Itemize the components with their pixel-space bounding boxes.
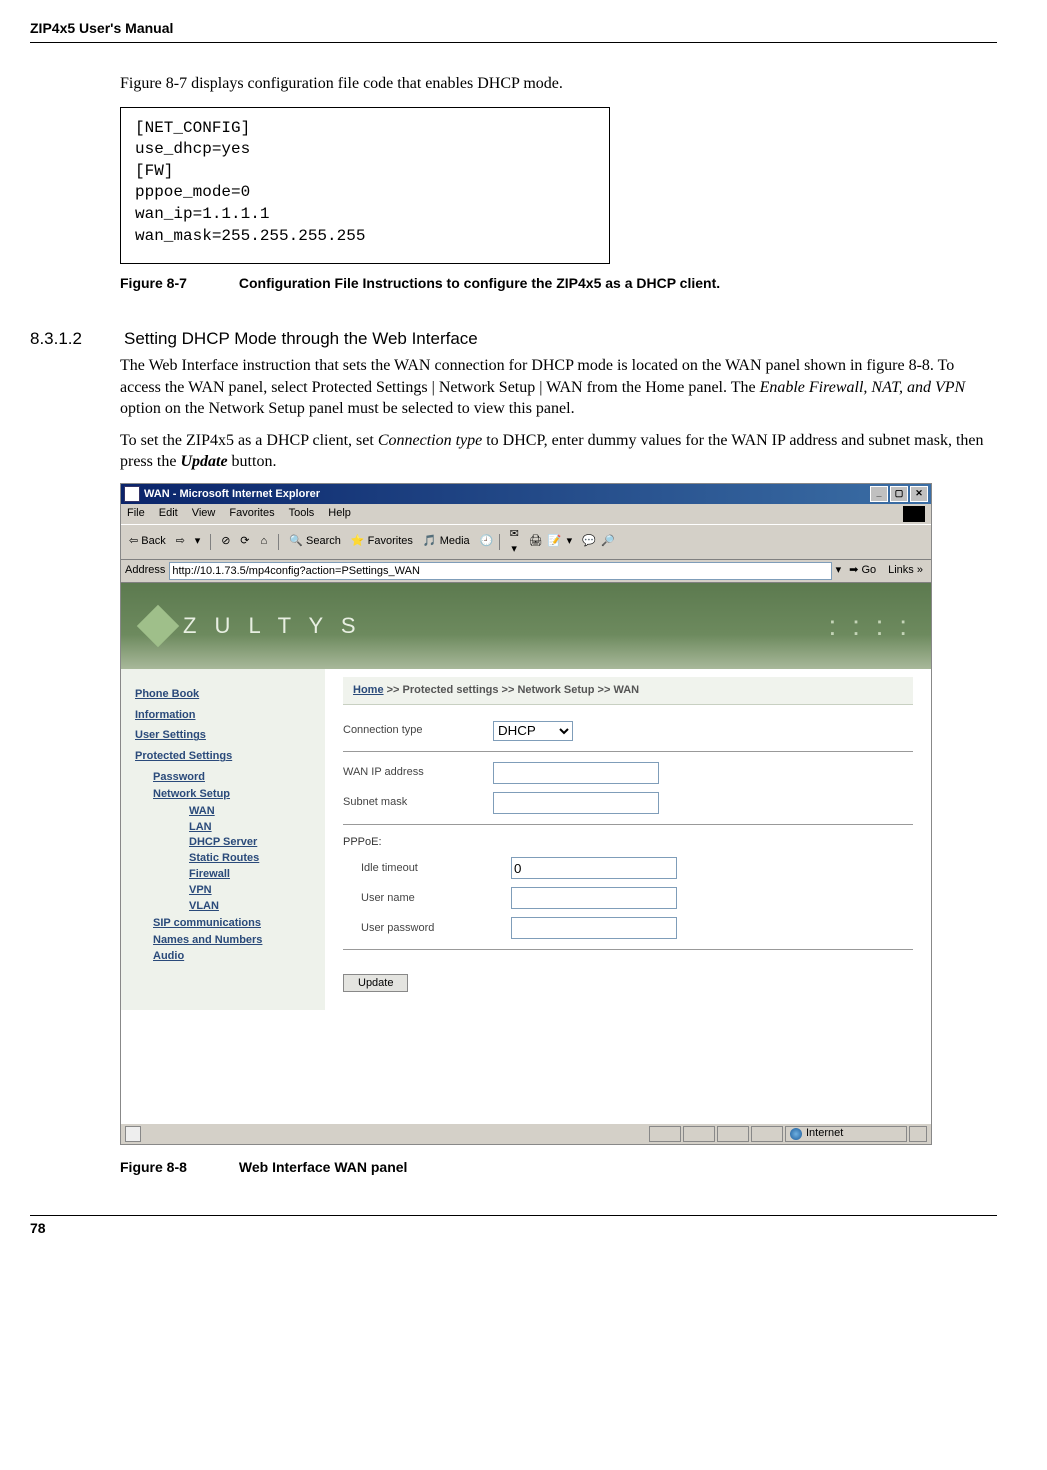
menu-help[interactable]: Help [328, 506, 351, 522]
menu-view[interactable]: View [192, 506, 216, 522]
zultys-logo-icon [137, 604, 179, 646]
label-idle-timeout: Idle timeout [361, 861, 511, 876]
figure-8-7-caption: Figure 8-7 Configuration File Instructio… [120, 274, 997, 293]
bc-home[interactable]: Home [353, 684, 384, 696]
section-paragraph-2: To set the ZIP4x5 as a DHCP client, set … [120, 430, 997, 473]
menu-tools[interactable]: Tools [289, 506, 315, 522]
page-header: ZIP4x5 User's Manual [30, 20, 997, 43]
label-connection-type: Connection type [343, 723, 493, 738]
main-panel: Home >> Protected settings >> Network Se… [325, 669, 931, 1011]
sidebar-nav: Phone Book Information User Settings Pro… [121, 669, 325, 1011]
print-button[interactable]: 🖨 [527, 534, 540, 549]
page-number: 78 [30, 1215, 997, 1236]
refresh-button[interactable]: ⟳ [238, 534, 251, 549]
mail-button[interactable]: ✉▾ [508, 527, 521, 557]
nav-vpn[interactable]: VPN [189, 883, 315, 898]
nav-static-routes[interactable]: Static Routes [189, 851, 315, 866]
config-code-box: [NET_CONFIG] use_dhcp=yes [FW] pppoe_mod… [120, 107, 610, 265]
input-wan-ip[interactable] [493, 762, 659, 784]
select-connection-type[interactable]: DHCP [493, 721, 573, 741]
label-user-password: User password [361, 921, 511, 936]
search-button[interactable]: 🔍 Search [287, 534, 343, 549]
ie-window: WAN - Microsoft Internet Explorer _ ▢ ✕ … [120, 483, 932, 1145]
input-user-name[interactable] [511, 887, 677, 909]
input-user-password[interactable] [511, 917, 677, 939]
maximize-button[interactable]: ▢ [890, 486, 908, 502]
menu-file[interactable]: File [127, 506, 145, 522]
status-zone: Internet [806, 1126, 843, 1141]
status-icon [125, 1126, 141, 1142]
breadcrumb: Home >> Protected settings >> Network Se… [343, 677, 913, 705]
menu-bar: File Edit View Favorites Tools Help [121, 504, 931, 524]
update-button[interactable]: Update [343, 974, 408, 992]
nav-firewall[interactable]: Firewall [189, 867, 315, 882]
media-button[interactable]: 🎵 Media [421, 534, 472, 549]
bc-protected: Protected settings [403, 684, 499, 696]
address-label: Address [125, 563, 165, 578]
minimize-button[interactable]: _ [870, 486, 888, 502]
label-subnet: Subnet mask [343, 795, 493, 810]
go-button[interactable]: ➡ Go [845, 563, 880, 578]
discuss-button[interactable]: 💬 [580, 534, 593, 549]
bc-wan: WAN [613, 684, 639, 696]
toolbar: ⇦ Back ⇨ ▾ ⊘ ⟳ ⌂ 🔍 Search ⭐ Favorites 🎵 … [121, 524, 931, 560]
intro-text: Figure 8-7 displays configuration file c… [120, 73, 997, 95]
label-user-name: User name [361, 891, 511, 906]
globe-icon [790, 1128, 802, 1140]
nav-user-settings[interactable]: User Settings [135, 728, 315, 743]
nav-protected-settings[interactable]: Protected Settings [135, 749, 315, 764]
address-bar: Address ▾ ➡ Go Links » [121, 560, 931, 583]
bc-network: Network Setup [517, 684, 594, 696]
nav-sip[interactable]: SIP communications [153, 916, 315, 931]
stop-button[interactable]: ⊘ [219, 534, 232, 549]
nav-information[interactable]: Information [135, 708, 315, 723]
forward-button[interactable]: ⇨ [174, 534, 187, 549]
figure-8-8-caption: Figure 8-8 Web Interface WAN panel [120, 1159, 997, 1175]
close-button[interactable]: ✕ [910, 486, 928, 502]
nav-names[interactable]: Names and Numbers [153, 933, 315, 948]
links-button[interactable]: Links » [884, 563, 927, 578]
ie-icon [124, 486, 140, 502]
nav-phone-book[interactable]: Phone Book [135, 687, 315, 702]
zultys-banner: Z U L T Y S : : : : [121, 583, 931, 669]
zultys-brand: Z U L T Y S [183, 611, 362, 641]
window-titlebar: WAN - Microsoft Internet Explorer _ ▢ ✕ [121, 484, 931, 504]
history-button[interactable]: 🕘 [478, 534, 491, 549]
home-button[interactable]: ⌂ [257, 534, 270, 549]
figure-8-7-text: Configuration File Instructions to confi… [239, 275, 720, 291]
input-subnet[interactable] [493, 792, 659, 814]
section-number: 8.3.1.2 [30, 329, 120, 349]
label-pppoe: PPPoE: [343, 835, 913, 850]
figure-8-7-num: Figure 8-7 [120, 274, 235, 293]
nav-dhcp-server[interactable]: DHCP Server [189, 835, 315, 850]
nav-vlan[interactable]: VLAN [189, 899, 315, 914]
banner-dots-icon: : : : : [829, 607, 911, 645]
back-button[interactable]: ⇦ Back [127, 534, 168, 549]
favorites-button[interactable]: ⭐ Favorites [349, 534, 415, 549]
section-paragraph-1: The Web Interface instruction that sets … [120, 355, 997, 420]
nav-audio[interactable]: Audio [153, 949, 315, 964]
nav-password[interactable]: Password [153, 770, 315, 785]
input-idle-timeout[interactable] [511, 857, 677, 879]
ie-flag-icon [903, 506, 925, 522]
figure-8-8-num: Figure 8-8 [120, 1159, 235, 1175]
menu-edit[interactable]: Edit [159, 506, 178, 522]
nav-lan[interactable]: LAN [189, 820, 315, 835]
section-title: Setting DHCP Mode through the Web Interf… [124, 329, 478, 349]
nav-wan[interactable]: WAN [189, 804, 315, 819]
window-title: WAN - Microsoft Internet Explorer [144, 487, 320, 502]
nav-network-setup[interactable]: Network Setup [153, 787, 315, 802]
figure-8-8-text: Web Interface WAN panel [239, 1159, 408, 1175]
edit-button[interactable]: 📝 [546, 534, 559, 549]
label-wan-ip: WAN IP address [343, 765, 493, 780]
research-button[interactable]: 🔎 [599, 534, 612, 549]
status-bar: Internet [121, 1123, 931, 1144]
address-input[interactable] [169, 562, 831, 580]
menu-favorites[interactable]: Favorites [229, 506, 274, 522]
